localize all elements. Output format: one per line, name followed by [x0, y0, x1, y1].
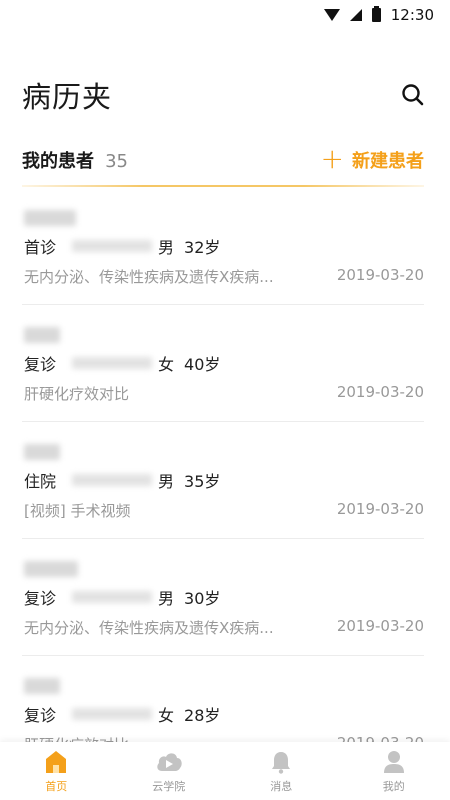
divider	[22, 185, 424, 187]
wifi-icon	[323, 9, 340, 21]
patient-list: 首诊 男 32岁 无内分泌、传染性疾病及遗传X疾病... 2019-03-20 …	[0, 188, 450, 773]
patient-row[interactable]: 住院 男 35岁 [视频] 手术视频 2019-03-20	[22, 422, 424, 539]
patient-name-redacted	[24, 678, 60, 694]
tab-cloud-academy[interactable]: 云学院	[113, 742, 226, 800]
add-patient-label: 新建患者	[352, 151, 424, 172]
section-title: 我的患者	[22, 151, 94, 172]
patient-gender: 男	[158, 238, 175, 257]
patient-row[interactable]: 复诊 女 40岁 肝硬化疗效对比 2019-03-20	[22, 305, 424, 422]
patient-id-redacted	[72, 240, 152, 252]
patient-age: 30岁	[184, 589, 221, 608]
home-icon	[46, 751, 67, 773]
tab-profile-label: 我的	[382, 780, 405, 793]
tab-cloud-academy-label: 云学院	[152, 780, 186, 793]
patient-age: 40岁	[184, 355, 221, 374]
visit-type: 复诊	[24, 589, 57, 608]
patient-note: 无内分泌、传染性疾病及遗传X疾病...	[24, 268, 274, 286]
patient-gender: 女	[158, 355, 175, 374]
patient-id-redacted	[72, 357, 152, 369]
section-bar: 我的患者 35 + 新建患者	[22, 140, 424, 180]
search-button[interactable]	[398, 80, 428, 110]
header: 病历夹	[22, 70, 428, 120]
patient-name-redacted	[24, 561, 78, 577]
patient-name-redacted	[24, 444, 60, 460]
battery-icon	[371, 6, 381, 22]
tab-profile[interactable]: 我的	[338, 742, 450, 800]
bottom-nav: 首页 云学院 消息 我的	[0, 742, 450, 800]
patient-note: [视频] 手术视频	[24, 502, 131, 520]
patient-note: 无内分泌、传染性疾病及遗传X疾病...	[24, 619, 274, 637]
cloud-play-icon	[157, 753, 182, 771]
visit-type: 首诊	[24, 238, 57, 257]
patient-count: 35	[105, 151, 128, 172]
record-date: 2019-03-20	[336, 617, 424, 635]
section-heading: 我的患者 35	[22, 147, 128, 173]
patient-gender: 女	[158, 706, 175, 725]
patient-id-redacted	[72, 474, 152, 486]
person-icon	[383, 751, 404, 773]
visit-type: 复诊	[24, 355, 57, 374]
patient-age: 32岁	[184, 238, 221, 257]
visit-type: 复诊	[24, 706, 57, 725]
tab-home[interactable]: 首页	[0, 742, 113, 800]
visit-type: 住院	[24, 472, 57, 491]
status-time: 12:30	[390, 6, 434, 24]
patient-row[interactable]: 首诊 男 32岁 无内分泌、传染性疾病及遗传X疾病... 2019-03-20	[22, 188, 424, 305]
tab-messages-label: 消息	[270, 780, 293, 793]
record-date: 2019-03-20	[336, 383, 424, 401]
record-date: 2019-03-20	[336, 266, 424, 284]
patient-age: 35岁	[184, 472, 221, 491]
record-date: 2019-03-20	[336, 500, 424, 518]
status-bar: 12:30	[0, 0, 450, 30]
patient-id-redacted	[72, 708, 152, 720]
patient-name-redacted	[24, 210, 76, 226]
patient-age: 28岁	[184, 706, 221, 725]
plus-icon: +	[320, 142, 344, 175]
patient-note: 肝硬化疗效对比	[24, 385, 130, 403]
patient-gender: 男	[158, 589, 175, 608]
search-icon	[402, 84, 424, 106]
bell-icon	[272, 752, 291, 774]
signal-icon	[349, 9, 362, 21]
patient-gender: 男	[158, 472, 175, 491]
patient-id-redacted	[72, 591, 152, 603]
page-title: 病历夹	[22, 80, 113, 114]
tab-messages[interactable]: 消息	[225, 742, 338, 800]
patient-row[interactable]: 复诊 男 30岁 无内分泌、传染性疾病及遗传X疾病... 2019-03-20	[22, 539, 424, 656]
add-patient-button[interactable]: + 新建患者	[320, 142, 424, 175]
tab-home-label: 首页	[45, 780, 68, 793]
patient-name-redacted	[24, 327, 60, 343]
